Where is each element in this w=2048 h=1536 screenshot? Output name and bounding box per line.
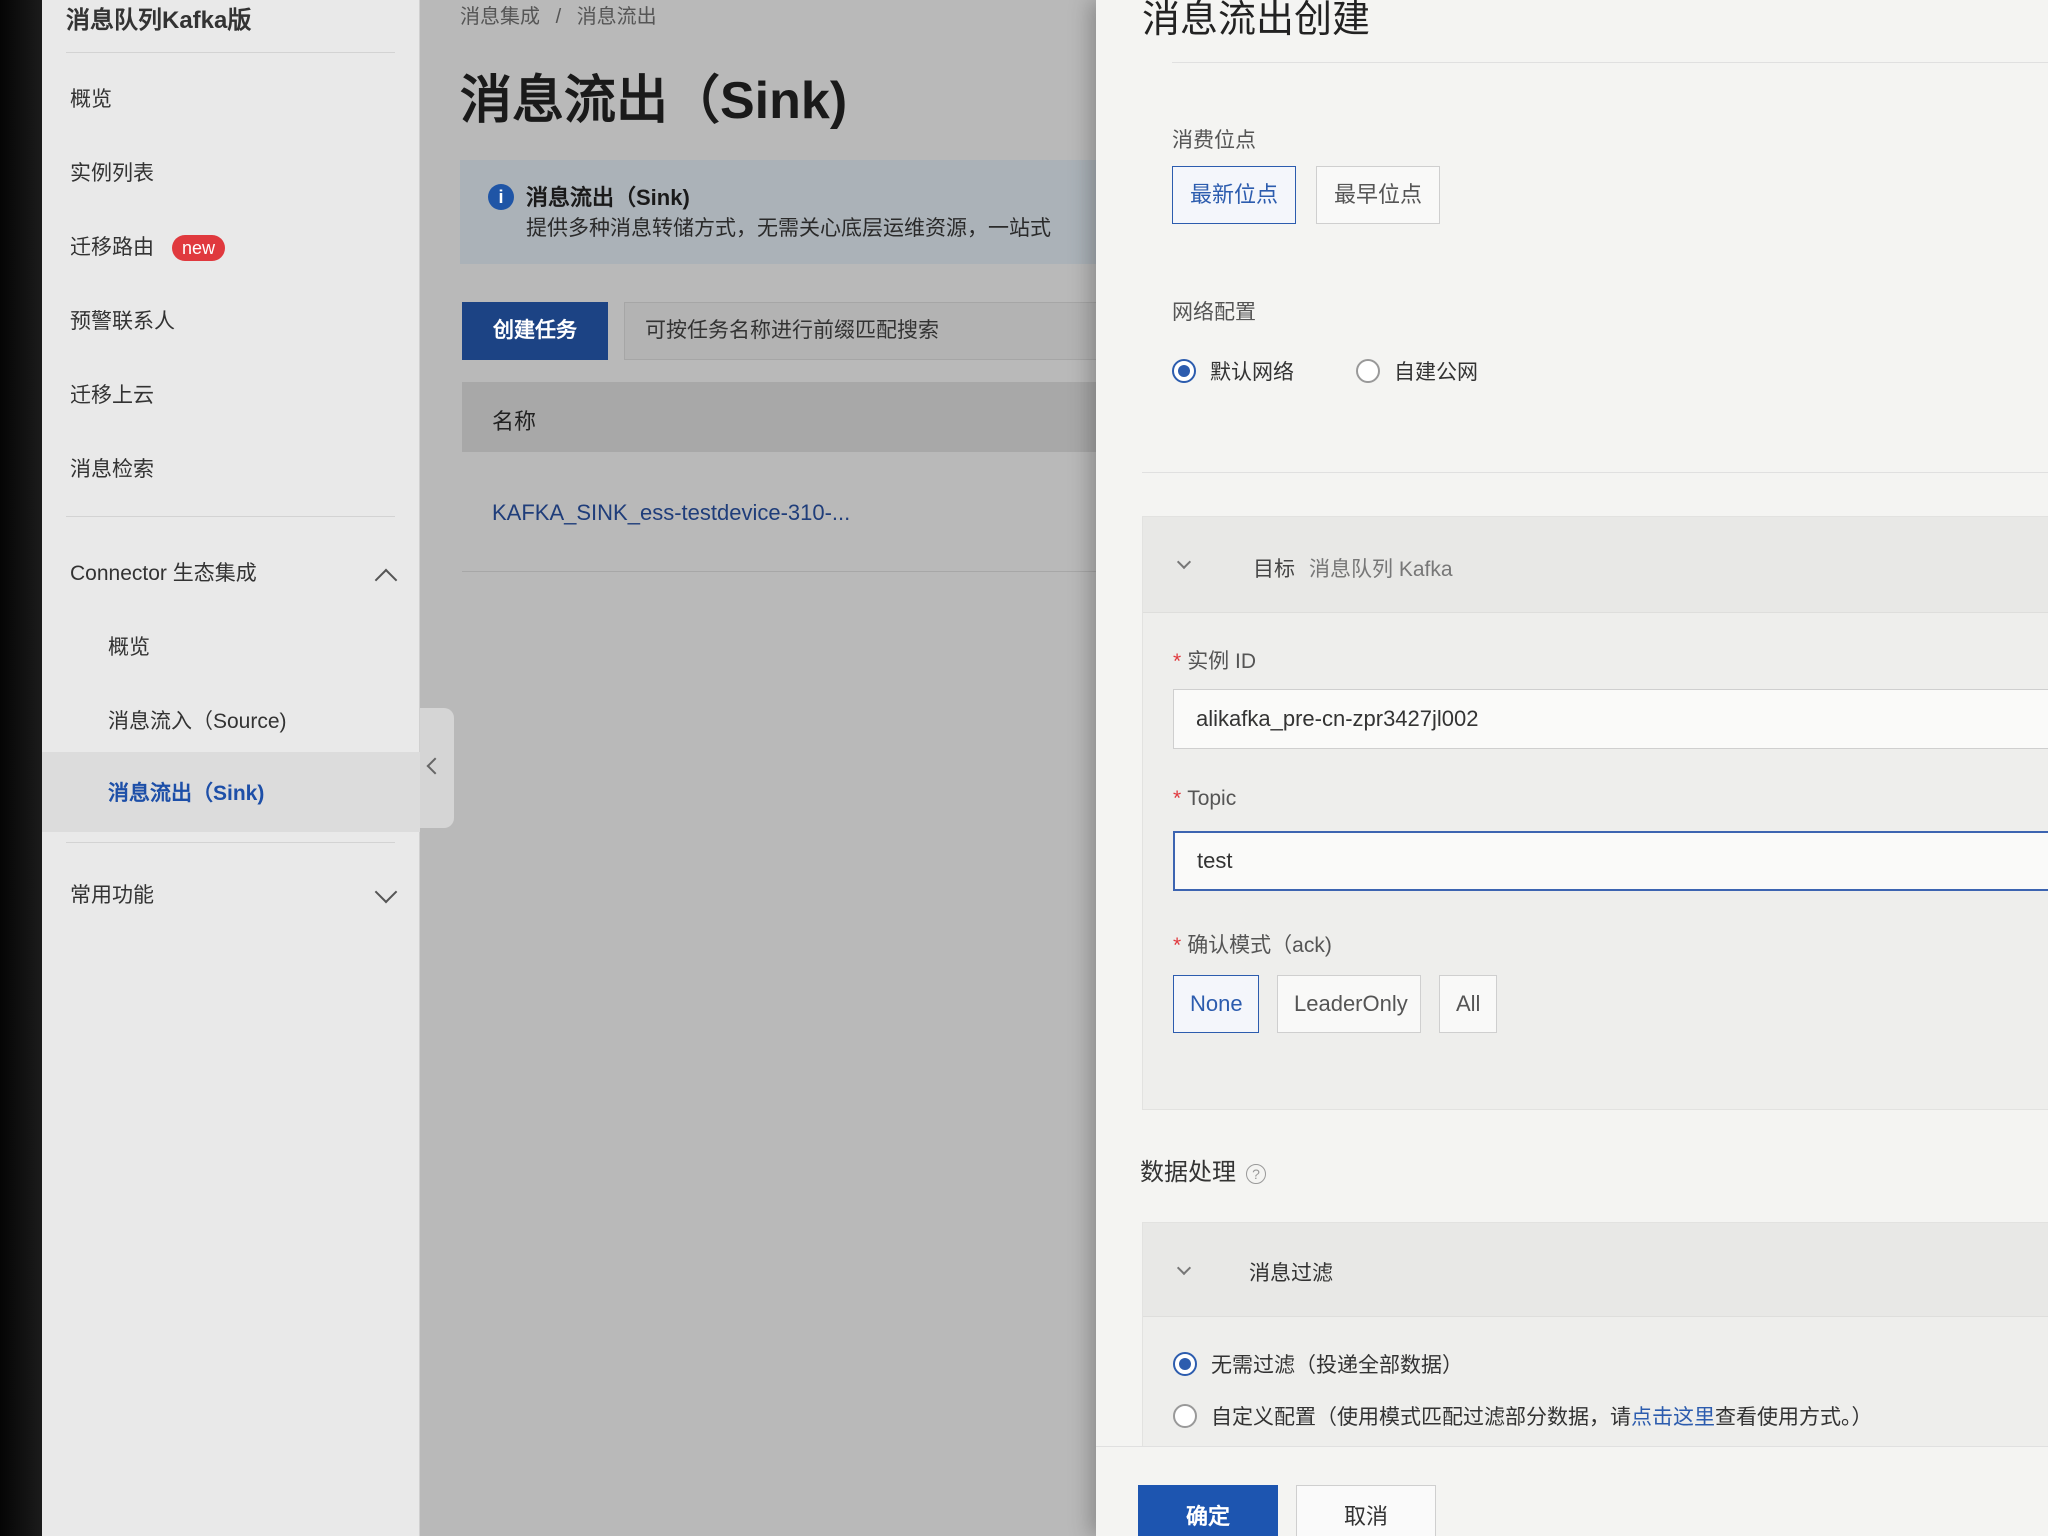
- network-default-radio[interactable]: 默认网络: [1172, 356, 1294, 386]
- column-header-name: 名称: [492, 409, 537, 434]
- info-text: 提供多种消息转储方式，无需关心底层运维资源，一站式: [526, 217, 1051, 240]
- sidebar-group-label: Connector 生态集成: [70, 562, 257, 585]
- target-value: 消息队列 Kafka: [1309, 558, 1453, 581]
- target-section-header[interactable]: 目标 消息队列 Kafka: [1143, 517, 2048, 613]
- sidebar-item-connector-overview[interactable]: 概览: [108, 628, 150, 668]
- field-label-text: Topic: [1187, 787, 1237, 810]
- required-mark: *: [1173, 934, 1182, 957]
- sidebar-item-instances[interactable]: 实例列表: [70, 154, 154, 194]
- sidebar: 消息队列Kafka版 概览 实例列表 迁移路由 new 预警联系人 迁移上云 消息…: [42, 0, 420, 1536]
- breadcrumb-separator: /: [555, 6, 562, 28]
- message-filter-section: 消息过滤 无需过滤（投递全部数据） 自定义配置（使用模式匹配过滤部分数据，请 点击…: [1142, 1222, 2048, 1454]
- radio-label: 默认网络: [1210, 361, 1294, 384]
- offset-earliest-button[interactable]: 最早位点: [1316, 166, 1440, 224]
- sidebar-divider: [66, 52, 395, 53]
- product-title: 消息队列Kafka版: [66, 7, 252, 34]
- chevron-down-icon: [374, 880, 398, 904]
- chevron-up-icon: [374, 568, 398, 592]
- ack-all-button[interactable]: All: [1439, 975, 1497, 1033]
- sidebar-item-message-search[interactable]: 消息检索: [70, 450, 154, 490]
- network-public-radio[interactable]: 自建公网: [1356, 356, 1478, 386]
- chevron-left-icon: [426, 757, 444, 775]
- filter-custom-radio[interactable]: 自定义配置（使用模式匹配过滤部分数据，请 点击这里 查看使用方式。）: [1173, 1401, 1873, 1431]
- filter-none-radio[interactable]: 无需过滤（投递全部数据）: [1173, 1349, 1463, 1379]
- sidebar-item-sink[interactable]: 消息流出（Sink): [108, 774, 264, 814]
- info-title: 消息流出（Sink): [526, 185, 690, 210]
- drawer-title: 消息流出创建: [1142, 0, 1371, 41]
- radio-label: 自建公网: [1394, 361, 1478, 384]
- new-badge: new: [172, 235, 226, 262]
- sidebar-divider: [66, 516, 395, 517]
- radio-selected-icon: [1172, 359, 1196, 383]
- field-label-text: 实例 ID: [1187, 650, 1257, 673]
- cancel-button[interactable]: 取消: [1296, 1485, 1436, 1536]
- sidebar-item-migrate-cloud[interactable]: 迁移上云: [70, 376, 154, 416]
- radio-unselected-icon: [1356, 359, 1380, 383]
- breadcrumb: 消息集成 / 消息流出: [460, 0, 657, 29]
- table-row: KAFKA_SINK_ess-testdevice-310-...: [462, 482, 1142, 572]
- main-content: 消息集成 / 消息流出 消息流出（Sink) i 消息流出（Sink) 提供多种…: [420, 0, 1160, 1536]
- required-mark: *: [1173, 650, 1182, 673]
- sidebar-item-migration-route[interactable]: 迁移路由 new: [70, 228, 226, 268]
- create-task-button[interactable]: 创建任务: [462, 302, 608, 360]
- consume-offset-label: 消费位点: [1172, 129, 1256, 152]
- required-mark: *: [1173, 787, 1182, 810]
- chevron-down-icon: [1176, 554, 1192, 570]
- sidebar-item-overview[interactable]: 概览: [70, 80, 112, 120]
- filter-section-header[interactable]: 消息过滤: [1143, 1223, 2048, 1317]
- sidebar-group-common[interactable]: 常用功能: [70, 876, 420, 916]
- breadcrumb-item[interactable]: 消息集成: [460, 6, 540, 28]
- info-icon: i: [488, 184, 514, 210]
- usage-help-link[interactable]: 点击这里: [1631, 1401, 1715, 1431]
- create-sink-drawer: 消息流出创建 消费位点 最新位点 最早位点 网络配置 默认网络 自建公网 目标 …: [1096, 0, 2048, 1536]
- info-banner: i 消息流出（Sink) 提供多种消息转储方式，无需关心底层运维资源，一站式: [460, 160, 1160, 264]
- help-icon[interactable]: ?: [1246, 1163, 1266, 1184]
- filter-label: 消息过滤: [1249, 1262, 1333, 1285]
- sidebar-collapse-toggle[interactable]: [420, 708, 454, 828]
- sidebar-group-connector[interactable]: Connector 生态集成: [70, 554, 420, 594]
- data-processing-label: 数据处理?: [1140, 1152, 1266, 1187]
- chevron-down-icon: [1176, 1260, 1192, 1276]
- field-label-text: 确认模式（ack): [1187, 934, 1332, 957]
- sidebar-item-source[interactable]: 消息流入（Source): [108, 702, 287, 742]
- section-divider: [1142, 472, 2048, 473]
- sidebar-item-alert-contacts[interactable]: 预警联系人: [70, 302, 175, 342]
- network-config-label: 网络配置: [1172, 301, 1256, 324]
- section-title: 数据处理: [1140, 1159, 1236, 1186]
- sidebar-item-label: 迁移路由: [70, 236, 154, 259]
- screen-bezel: [0, 0, 42, 1536]
- drawer-divider: [1172, 62, 2048, 63]
- radio-unselected-icon: [1173, 1404, 1197, 1428]
- target-section: 目标 消息队列 Kafka *实例 ID *Topic *确认模式（ack) N…: [1142, 516, 2048, 1110]
- target-label: 目标: [1253, 558, 1295, 581]
- sidebar-group-label: 常用功能: [70, 884, 154, 907]
- ack-leaderonly-button[interactable]: LeaderOnly: [1277, 975, 1421, 1033]
- topic-label: * Topic: [1173, 787, 1236, 811]
- offset-latest-button[interactable]: 最新位点: [1172, 166, 1296, 224]
- radio-label-suffix: 查看使用方式。）: [1715, 1406, 1873, 1429]
- radio-label: 自定义配置（使用模式匹配过滤部分数据，请: [1211, 1406, 1631, 1429]
- breadcrumb-item: 消息流出: [576, 6, 657, 28]
- instance-id-input[interactable]: [1173, 689, 2048, 749]
- page-title: 消息流出（Sink): [460, 72, 848, 130]
- instance-id-label: * 实例 ID: [1173, 645, 1256, 675]
- ack-mode-label: * 确认模式（ack): [1173, 929, 1332, 959]
- task-search-input[interactable]: [624, 302, 1124, 360]
- ack-none-button[interactable]: None: [1173, 975, 1259, 1033]
- table-header: 名称: [462, 382, 1142, 452]
- task-name-link[interactable]: KAFKA_SINK_ess-testdevice-310-...: [492, 500, 850, 526]
- topic-input[interactable]: [1173, 831, 2048, 891]
- confirm-button[interactable]: 确定: [1138, 1485, 1278, 1536]
- radio-label: 无需过滤（投递全部数据）: [1211, 1354, 1463, 1377]
- sidebar-divider: [66, 842, 395, 843]
- radio-selected-icon: [1173, 1352, 1197, 1376]
- drawer-footer: 确定 取消: [1096, 1446, 2048, 1536]
